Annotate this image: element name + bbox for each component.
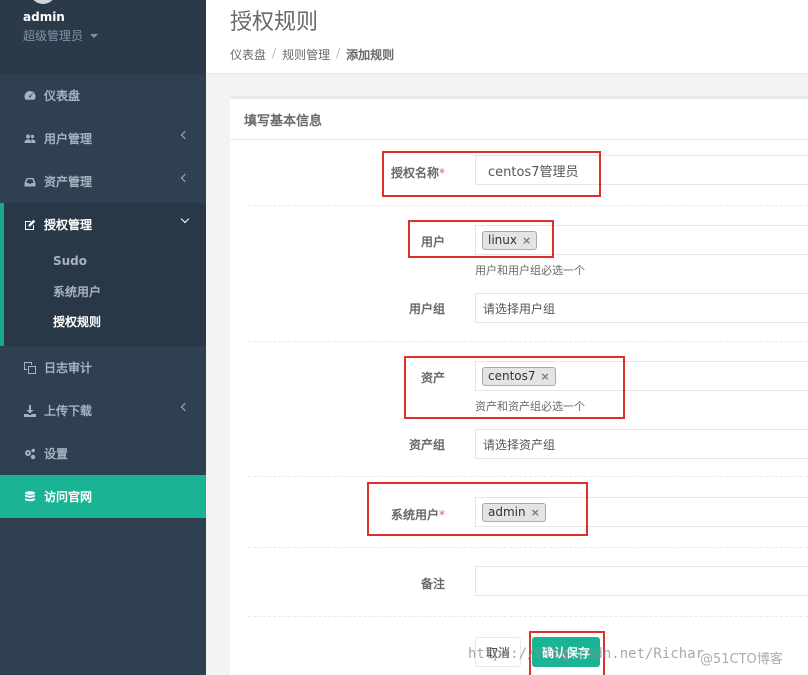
profile-role: 超级管理员	[23, 29, 84, 43]
inbox-icon	[23, 175, 37, 189]
highlight-box-name	[382, 151, 601, 197]
sidebar-item-assets[interactable]: 资产管理	[0, 160, 206, 203]
assetgroup-placeholder: 请选择资产组	[483, 437, 556, 452]
edit-icon	[23, 218, 37, 232]
sidebar-item-website[interactable]: 访问官网	[0, 475, 206, 518]
divider	[248, 616, 808, 617]
user-help-text: 用户和用户组必选一个	[475, 264, 585, 277]
sidebar-item-audit[interactable]: 日志审计	[0, 346, 206, 389]
sidebar: admin 超级管理员 仪表盘 用户管理 资产管理 授权管理 Sudo 系统用户…	[0, 0, 206, 675]
form-panel: 填写基本信息 授权名称* centos7管理员 用户 linux × 用户和用户…	[230, 96, 808, 675]
users-icon	[23, 132, 37, 146]
sidebar-item-label: 上传下载	[44, 404, 93, 418]
sidebar-subitem-rules[interactable]: 授权规则	[4, 306, 206, 336]
sidebar-item-label: 授权管理	[44, 218, 93, 232]
highlight-box-user	[408, 220, 554, 258]
breadcrumb-dashboard[interactable]: 仪表盘	[230, 46, 266, 63]
watermark-url: https://blog.csdn.net/Richar	[468, 646, 705, 662]
page-header: 授权规则 仪表盘 / 规则管理 / 添加规则	[206, 0, 808, 74]
divider	[248, 547, 808, 548]
sidebar-item-users[interactable]: 用户管理	[0, 117, 206, 160]
profile: admin 超级管理员	[0, 0, 206, 74]
breadcrumb: 仪表盘 / 规则管理 / 添加规则	[230, 46, 808, 63]
chevron-left-icon	[180, 402, 190, 412]
sidebar-item-upload-download[interactable]: 上传下载	[0, 389, 206, 432]
chevron-left-icon	[180, 173, 190, 183]
chevron-down-icon	[180, 214, 190, 224]
profile-username[interactable]: admin	[23, 10, 206, 24]
sidebar-item-label: 用户管理	[44, 132, 93, 146]
download-icon	[23, 404, 37, 418]
breadcrumb-rule-management[interactable]: 规则管理	[282, 46, 330, 63]
usergroup-label: 用户组	[315, 300, 445, 317]
dashboard-icon	[23, 89, 37, 103]
database-icon	[23, 490, 37, 504]
usergroup-placeholder: 请选择用户组	[483, 301, 556, 316]
sidebar-subitem-system-users[interactable]: 系统用户	[4, 276, 206, 306]
copy-icon	[23, 361, 37, 375]
gears-icon	[23, 447, 37, 461]
sidebar-subitem-sudo[interactable]: Sudo	[4, 246, 206, 276]
watermark-brand: @51CTO博客	[700, 652, 783, 667]
usergroup-label-text: 用户组	[408, 302, 445, 316]
comment-label: 备注	[315, 575, 445, 592]
caret-down-icon	[90, 33, 99, 38]
sidebar-item-authorization[interactable]: 授权管理	[4, 203, 206, 246]
assetgroup-label-text: 资产组	[408, 438, 445, 452]
divider	[248, 341, 808, 342]
comment-textarea[interactable]	[475, 566, 808, 596]
usergroup-select[interactable]: 请选择用户组	[475, 293, 808, 323]
sidebar-item-label: 访问官网	[44, 490, 93, 504]
panel-title: 填写基本信息	[230, 99, 808, 140]
sidebar-item-label: 资产管理	[44, 175, 93, 189]
sidebar-item-label: 日志审计	[44, 361, 93, 375]
comment-label-text: 备注	[420, 577, 445, 591]
page-title: 授权规则	[230, 10, 319, 35]
avatar	[30, 0, 56, 4]
breadcrumb-separator: /	[336, 46, 341, 60]
profile-role-dropdown[interactable]: 超级管理员	[23, 27, 206, 44]
highlight-box-asset	[404, 356, 625, 419]
breadcrumb-add-rule: 添加规则	[346, 48, 395, 62]
divider	[248, 205, 808, 206]
sidebar-group-website: 访问官网	[0, 475, 206, 518]
sidebar-submenu: Sudo 系统用户 授权规则	[4, 246, 206, 346]
chevron-left-icon	[180, 130, 190, 140]
sidebar-item-dashboard[interactable]: 仪表盘	[0, 74, 206, 117]
sidebar-group-authorization: 授权管理 Sudo 系统用户 授权规则	[0, 203, 206, 346]
sidebar-item-settings[interactable]: 设置	[0, 432, 206, 475]
highlight-box-sysuser	[367, 482, 588, 536]
breadcrumb-separator: /	[272, 46, 277, 60]
assetgroup-label: 资产组	[315, 436, 445, 453]
sidebar-item-label: 设置	[44, 447, 69, 461]
divider	[248, 476, 808, 477]
assetgroup-select[interactable]: 请选择资产组	[475, 429, 808, 459]
sidebar-item-label: 仪表盘	[44, 89, 81, 103]
